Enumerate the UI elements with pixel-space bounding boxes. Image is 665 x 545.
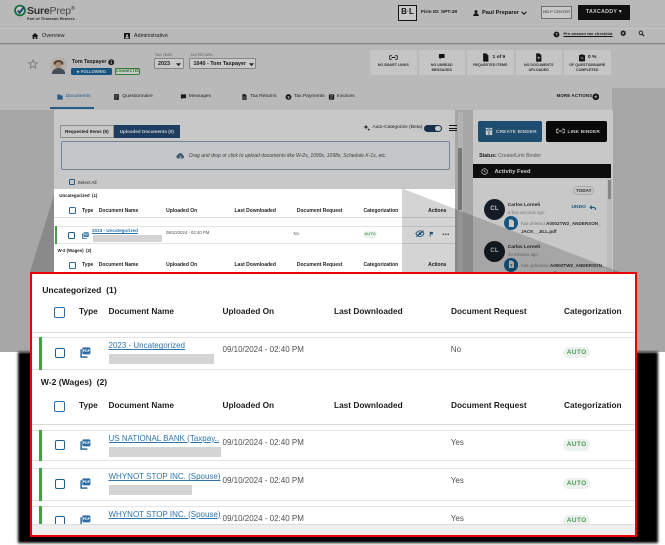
- svg-text:PDF: PDF: [83, 517, 91, 521]
- svg-text:PDF: PDF: [83, 441, 91, 445]
- svg-text:PDF: PDF: [83, 349, 91, 353]
- svg-text:PDF: PDF: [83, 480, 91, 484]
